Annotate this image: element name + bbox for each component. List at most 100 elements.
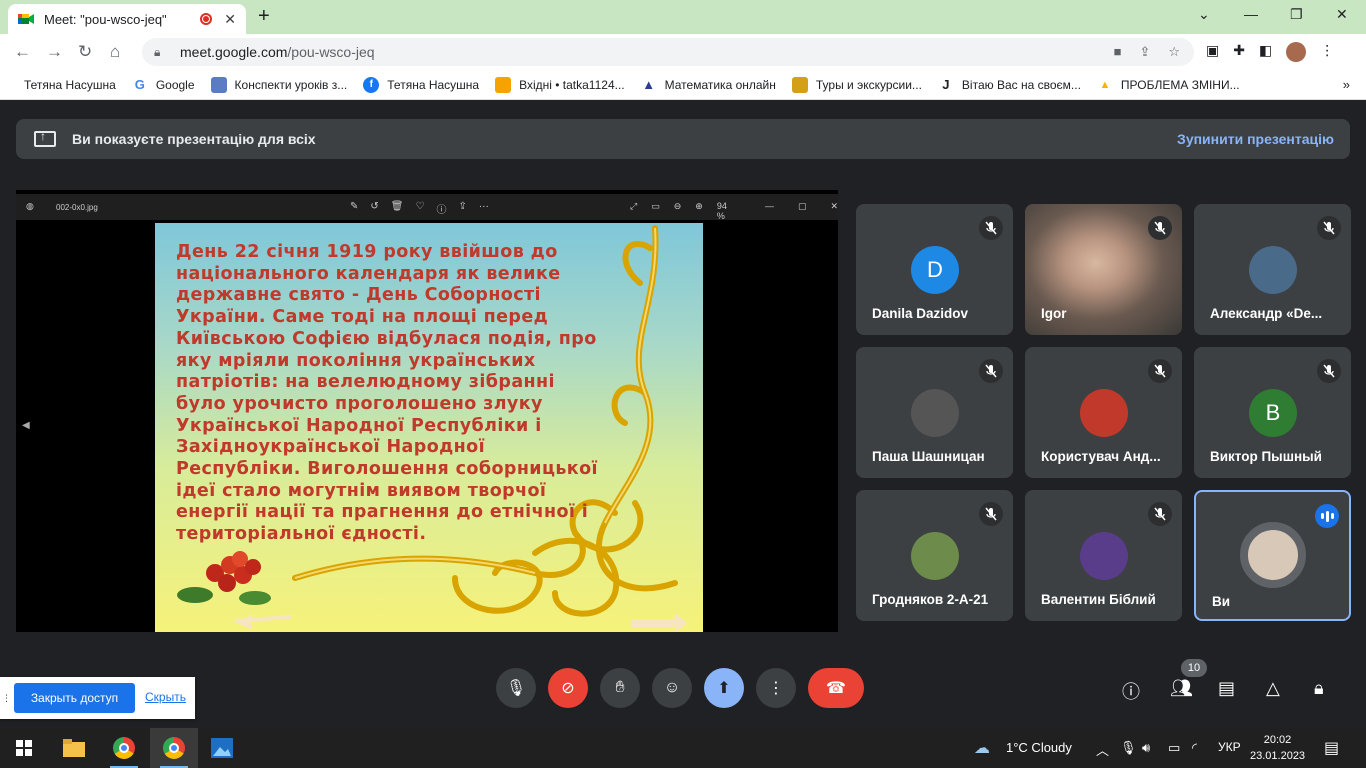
tab-search-icon[interactable]: ⌄: [1198, 6, 1210, 23]
chrome-icon: [113, 737, 135, 759]
participant-tile[interactable]: Гродняков 2-А-21: [856, 490, 1013, 621]
more-options-button[interactable]: ⋮: [756, 668, 796, 708]
participant-tile[interactable]: D Danila Dazidov: [856, 204, 1013, 335]
share-icon[interactable]: ⇪: [1139, 44, 1150, 60]
participant-tile[interactable]: Користувач Анд...: [1025, 347, 1182, 478]
bookmark-item[interactable]: f Тетяна Насушна: [363, 76, 480, 93]
rotate-icon[interactable]: ↺: [370, 201, 378, 216]
share-viewer-icon[interactable]: ⇪: [458, 201, 466, 216]
bookmark-item[interactable]: J Вітаю Вас на своєм...: [938, 77, 1081, 93]
participant-tile[interactable]: Паша Шашницан: [856, 347, 1013, 478]
present-screen-icon: [34, 129, 56, 147]
browser-tab[interactable]: Meet: "pou-wsco-jeq" ✕: [8, 4, 246, 34]
bookmark-star-icon[interactable]: ☆: [1168, 44, 1180, 60]
menu-icon[interactable]: ⋮: [1320, 42, 1334, 62]
participant-tile[interactable]: Александр «De...: [1194, 204, 1351, 335]
bookmark-label: Тетяна Насушна: [387, 77, 480, 92]
bookmark-item[interactable]: ▲ ПРОБЛЕМА ЗМІНИ...: [1097, 77, 1239, 93]
activities-icon[interactable]: △: [1266, 678, 1280, 699]
bookmark-item[interactable]: ▲ Математика онлайн: [641, 77, 776, 93]
chrome-taskbar-button[interactable]: [100, 728, 148, 768]
delete-icon[interactable]: 🗑︎: [391, 201, 404, 216]
mail-icon: [495, 76, 512, 93]
shield-icon: [210, 76, 227, 93]
bookmark-item[interactable]: Конспекти уроків з...: [210, 76, 348, 93]
meet-area: Ви показуєте презентацію для всіх Зупини…: [0, 100, 1366, 728]
reactions-button[interactable]: ☺: [652, 668, 692, 708]
viewer-close-icon[interactable]: ✕: [830, 201, 838, 221]
chat-icon[interactable]: ▤: [1218, 678, 1235, 699]
network-icon[interactable]: ◜: [1192, 740, 1197, 756]
extensions-puzzle-icon[interactable]: ✚: [1233, 42, 1245, 62]
mic-off-icon: [979, 502, 1003, 526]
start-button[interactable]: [0, 728, 48, 768]
battery-icon[interactable]: ▭: [1168, 740, 1180, 756]
raise-hand-button[interactable]: ✋︎: [600, 668, 640, 708]
fullscreen-icon[interactable]: ⤢: [630, 201, 637, 221]
url-path: /pou-wsco-jeq: [287, 44, 375, 60]
viewer-minimize-icon[interactable]: —: [765, 201, 774, 221]
participant-tile[interactable]: B Виктор Пышный: [1194, 347, 1351, 478]
new-tab-icon[interactable]: +: [258, 5, 270, 28]
window-close-icon[interactable]: ✕: [1336, 6, 1348, 23]
participant-tile[interactable]: Ви: [1194, 490, 1351, 621]
maximize-icon[interactable]: ❐: [1290, 6, 1303, 23]
chrome-taskbar-button-active[interactable]: [150, 728, 198, 768]
forward-icon[interactable]: →: [46, 42, 63, 62]
file-explorer-button[interactable]: [50, 728, 98, 768]
tab-title: Meet: "pou-wsco-jeq": [44, 11, 167, 27]
fit-icon[interactable]: ▭: [651, 201, 660, 221]
address-bar[interactable]: 🔒︎ meet.google.com/pou-wsco-jeq ■ ⇪ ☆: [142, 38, 1194, 66]
extension-app-icon[interactable]: ▣: [1206, 42, 1219, 62]
camera-permission-icon[interactable]: ■: [1114, 44, 1122, 60]
camera-off-button[interactable]: ⊘: [548, 668, 588, 708]
profile-avatar[interactable]: [1286, 42, 1307, 62]
more-icon[interactable]: ···: [479, 201, 489, 216]
microphone-button[interactable]: 🎙︎: [496, 668, 536, 708]
participant-tile[interactable]: Валентин Біблий: [1025, 490, 1182, 621]
back-icon[interactable]: ←: [14, 42, 31, 62]
weather-cloud-icon[interactable]: ☁: [974, 738, 990, 758]
previous-image-icon[interactable]: ◀: [22, 420, 30, 431]
minimize-icon[interactable]: —: [1244, 6, 1258, 22]
bookmark-item[interactable]: Вхідні • tatka1124...: [495, 76, 625, 93]
leave-call-button[interactable]: ☎︎: [808, 668, 864, 708]
viewer-maximize-icon[interactable]: ▢: [798, 201, 807, 221]
present-button[interactable]: ⬆: [704, 668, 744, 708]
bookmark-item[interactable]: G Google: [132, 77, 195, 93]
participant-name: Danila Dazidov: [872, 306, 969, 321]
hide-link[interactable]: Скрыть: [145, 690, 186, 704]
more-vert-icon: ⋮: [768, 680, 784, 697]
photos-app-button[interactable]: [198, 728, 246, 768]
zoom-in-icon[interactable]: ⊕: [695, 201, 703, 221]
tray-expand-icon[interactable]: ︿: [1096, 740, 1109, 759]
system-clock[interactable]: 20:02 23.01.2023: [1250, 732, 1305, 764]
participant-name: Igor: [1041, 306, 1067, 321]
volume-icon[interactable]: 🔊︎: [1142, 740, 1150, 756]
favorite-icon[interactable]: ♡: [415, 201, 424, 216]
tab-close-icon[interactable]: ✕: [224, 11, 236, 28]
info-icon[interactable]: ⓘ: [436, 201, 446, 216]
language-indicator[interactable]: УКР: [1218, 740, 1241, 754]
participant-tile[interactable]: Igor: [1025, 204, 1182, 335]
edit-icon[interactable]: ✎: [350, 201, 358, 216]
side-panel-icon[interactable]: ◧: [1259, 42, 1272, 62]
bookmarks-overflow-icon[interactable]: »: [1343, 77, 1350, 92]
travel-icon: [791, 76, 808, 93]
bookmark-item[interactable]: Туры и экскурсии...: [791, 76, 922, 93]
weather-text[interactable]: 1°C Cloudy: [1006, 740, 1072, 755]
stop-sharing-button[interactable]: Закрыть доступ: [14, 683, 135, 713]
meeting-info-icon[interactable]: ⓘ: [1122, 678, 1140, 704]
notifications-icon[interactable]: ▤: [1324, 738, 1339, 758]
bookmark-label: Тетяна Насушна: [24, 77, 116, 92]
lock-icon[interactable]: 🔒︎: [154, 45, 168, 59]
stop-presenting-button[interactable]: Зупинити презентацію: [1177, 131, 1334, 147]
reload-icon[interactable]: ↻: [78, 42, 92, 62]
zoom-out-icon[interactable]: ⊖: [674, 201, 682, 221]
people-icon[interactable]: 👥︎: [1170, 678, 1193, 699]
bookmark-item[interactable]: Тетяна Насушна: [14, 77, 116, 93]
host-controls-icon[interactable]: 🔒︎: [1314, 678, 1324, 699]
home-icon[interactable]: ⌂: [110, 42, 120, 62]
bookmark-label: Конспекти уроків з...: [234, 77, 348, 92]
tray-mic-icon[interactable]: 🎙︎: [1120, 740, 1137, 756]
